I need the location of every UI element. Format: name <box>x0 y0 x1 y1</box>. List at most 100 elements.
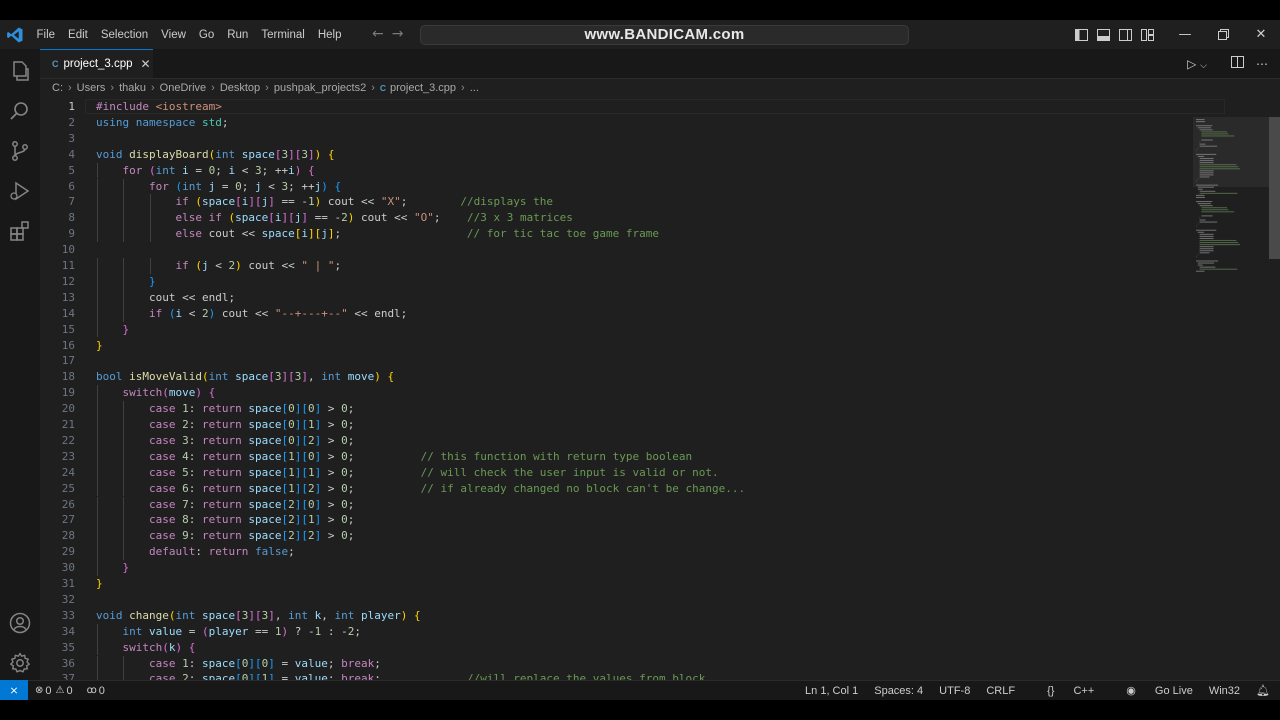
language-mode[interactable]: {} C++ <box>1031 685 1094 697</box>
line-number: 6 <box>68 179 75 193</box>
code-line[interactable]: 3 <box>40 131 1190 147</box>
toggle-panel-icon[interactable] <box>1092 27 1114 43</box>
code-line[interactable]: 26 case 7: return space[2][0] > 0; <box>40 497 1190 513</box>
tab-project-3-cpp[interactable]: C project_3.cpp ✕ <box>40 49 153 78</box>
customize-layout-icon[interactable] <box>1136 27 1158 43</box>
indentation[interactable]: Spaces: 4 <box>874 685 923 697</box>
command-center[interactable]: www.BANDICAM.com <box>420 25 909 45</box>
line-number: 4 <box>68 147 75 161</box>
editor-scrollbar[interactable] <box>1269 117 1280 259</box>
breadcrumb-folder[interactable]: pushpak_projects2 <box>274 82 366 94</box>
code-line[interactable]: 24 case 5: return space[1][1] > 0; // wi… <box>40 465 1190 481</box>
minimap[interactable] <box>1193 117 1269 277</box>
code-line[interactable]: 14 if (i < 2) cout << "--+---+--" << end… <box>40 306 1190 322</box>
close-window-icon[interactable]: ✕ <box>1242 20 1280 49</box>
code-line[interactable]: 35 switch(k) { <box>40 640 1190 656</box>
breadcrumb-symbol[interactable]: ... <box>470 82 479 94</box>
code-line[interactable]: 13 cout << endl; <box>40 290 1190 306</box>
code-line[interactable]: 20 case 1: return space[0][0] > 0; <box>40 401 1190 417</box>
breadcrumb-onedrive[interactable]: OneDrive <box>160 82 206 94</box>
restore-icon[interactable] <box>1204 20 1242 49</box>
code-line[interactable]: 31} <box>40 576 1190 592</box>
code-line[interactable]: 33 void change(int space[3][3], int k, in… <box>40 608 1190 624</box>
code-text: } <box>96 338 103 352</box>
code-line[interactable]: 12 } <box>40 274 1190 290</box>
menu-edit[interactable]: Edit <box>62 29 95 41</box>
menu-selection[interactable]: Selection <box>94 29 154 41</box>
menu-help[interactable]: Help <box>311 29 348 41</box>
more-actions-icon[interactable]: ⋯ <box>1256 57 1268 71</box>
line-number: 2 <box>68 115 75 129</box>
back-arrow-icon[interactable]: ← <box>372 26 392 42</box>
extensions-icon[interactable] <box>8 219 32 243</box>
code-line[interactable]: 9 else cout << space[i][j]; // for tic t… <box>40 226 1190 242</box>
code-line[interactable]: 15 } <box>40 322 1190 338</box>
source-control-icon[interactable] <box>8 139 32 163</box>
breadcrumb-user[interactable]: thaku <box>119 82 146 94</box>
code-line[interactable]: 6 for (int j = 0; j < 3; ++j) { <box>40 179 1190 195</box>
code-line[interactable]: 7 if (space[i][j] == -1) cout << "X"; //… <box>40 194 1190 210</box>
breadcrumb-file[interactable]: project_3.cpp <box>390 82 456 94</box>
code-line[interactable]: 22 case 3: return space[0][2] > 0; <box>40 433 1190 449</box>
line-number: 33 <box>61 608 75 622</box>
forward-arrow-icon[interactable]: → <box>392 26 412 42</box>
code-line[interactable]: 8 else if (space[i][j] == -2) cout << "O… <box>40 210 1190 226</box>
code-line[interactable]: 18 bool isMoveValid(int space[3][3], int … <box>40 369 1190 385</box>
minimap-line <box>1199 190 1216 192</box>
toggle-secondary-sidebar-icon[interactable] <box>1114 27 1136 43</box>
code-line[interactable]: 17 <box>40 353 1190 369</box>
breadcrumb-drive[interactable]: C: <box>52 82 63 94</box>
platform-indicator[interactable]: Win32 <box>1209 685 1240 697</box>
menu-file[interactable]: File <box>30 29 62 41</box>
minimap-line <box>1199 248 1214 250</box>
code-line[interactable]: 10 <box>40 242 1190 258</box>
menu-run[interactable]: Run <box>221 29 255 41</box>
settings-gear-icon[interactable] <box>8 651 32 675</box>
code-line[interactable]: 32 <box>40 592 1190 608</box>
account-icon[interactable] <box>8 611 32 635</box>
code-line[interactable]: 28 case 9: return space[2][2] > 0; <box>40 528 1190 544</box>
search-icon[interactable] <box>8 99 32 123</box>
code-line[interactable]: 34 int value = (player == 1) ? -1 : -2; <box>40 624 1190 640</box>
code-line[interactable]: 4 void displayBoard(int space[3][3]) { <box>40 147 1190 163</box>
code-line[interactable]: 19 switch(move) { <box>40 385 1190 401</box>
explorer-icon[interactable] <box>8 59 32 83</box>
code-editor[interactable]: 1 #include <iostream> 2 using namespace std… <box>40 97 1280 688</box>
menu-go[interactable]: Go <box>192 29 220 41</box>
breadcrumb-desktop[interactable]: Desktop <box>220 82 260 94</box>
close-tab-icon[interactable]: ✕ <box>141 57 151 71</box>
run-file-icon[interactable]: ▷ ⌵ <box>1187 57 1219 71</box>
line-number: 20 <box>61 402 75 416</box>
code-line[interactable]: 29 default: return false; <box>40 544 1190 560</box>
code-line[interactable]: 5 for (int i = 0; i < 3; ++i) { <box>40 163 1190 179</box>
minimap-line <box>1199 237 1214 239</box>
menu-terminal[interactable]: Terminal <box>255 29 311 41</box>
indent-guide <box>97 162 98 179</box>
end-of-line[interactable]: CRLF <box>986 685 1015 697</box>
minimize-icon[interactable]: — <box>1166 20 1204 49</box>
code-line[interactable]: 36 case 1: space[0][0] = value; break; <box>40 656 1190 672</box>
code-line[interactable]: 11 if (j < 2) cout << " | "; <box>40 258 1190 274</box>
indent-guide <box>123 544 125 561</box>
run-debug-icon[interactable] <box>8 179 32 203</box>
code-line[interactable]: 2 using namespace std; <box>40 115 1190 131</box>
problems-indicator[interactable]: ⊗ 0 ⚠ 0 <box>35 685 73 697</box>
code-line[interactable]: 16} <box>40 338 1190 354</box>
encoding[interactable]: UTF-8 <box>939 685 970 697</box>
split-editor-icon[interactable] <box>1231 56 1244 71</box>
remote-indicator-icon[interactable]: ⨯ <box>0 680 28 700</box>
go-live-button[interactable]: ◉ Go Live <box>1110 684 1193 697</box>
code-line[interactable]: 30 } <box>40 560 1190 576</box>
toggle-primary-sidebar-icon[interactable] <box>1070 27 1092 43</box>
code-line[interactable]: 23 case 4: return space[1][0] > 0; // th… <box>40 449 1190 465</box>
notifications-bell-icon[interactable]: 🔔︎ <box>1256 684 1270 697</box>
breadcrumb-users[interactable]: Users <box>77 82 106 94</box>
code-line[interactable]: 27 case 8: return space[2][1] > 0; <box>40 512 1190 528</box>
code-line[interactable]: 21 case 2: return space[0][1] > 0; <box>40 417 1190 433</box>
line-number: 12 <box>61 274 75 288</box>
chevron-right-icon: › <box>211 82 215 94</box>
ports-indicator[interactable]: ꝏ 0 <box>87 685 105 697</box>
cursor-position[interactable]: Ln 1, Col 1 <box>805 685 858 697</box>
menu-view[interactable]: View <box>155 29 193 41</box>
code-line[interactable]: 25 case 6: return space[1][2] > 0; // if… <box>40 481 1190 497</box>
